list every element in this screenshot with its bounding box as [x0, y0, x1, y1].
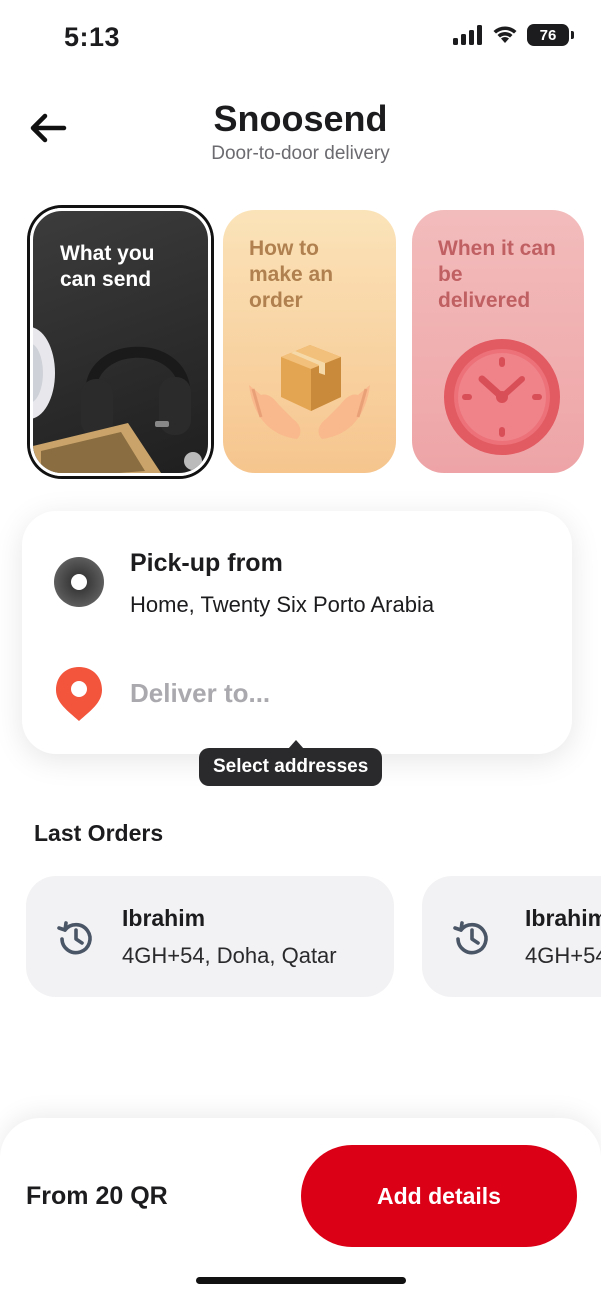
history-icon: [57, 921, 92, 955]
pickup-title: Pick-up from: [130, 549, 283, 577]
home-indicator[interactable]: [196, 1277, 406, 1284]
card-label: What you can send: [60, 242, 155, 291]
order-address: 4GH+54, Doha, Qatar: [122, 943, 337, 968]
order-address: 4GH+54, Doha, Qatar: [525, 943, 601, 968]
price-label: From 20 QR: [26, 1182, 168, 1210]
address-panel: Pick-up from Home, Twenty Six Porto Arab…: [22, 511, 572, 754]
wifi-icon: [493, 26, 517, 43]
last-order-card[interactable]: Ibrahim 4GH+54, Doha, Qatar: [422, 876, 601, 997]
battery-icon: 76: [527, 24, 574, 46]
battery-level: 76: [539, 26, 557, 44]
headphones-gadgets-image: [33, 327, 202, 473]
status-icons: 76: [453, 24, 574, 46]
hands-box-image: [249, 345, 370, 439]
card-what-you-can-send[interactable]: What you can send: [30, 208, 211, 476]
deliver-to-field[interactable]: Deliver to...: [130, 678, 270, 709]
page-title: Snoosend: [213, 98, 388, 139]
card-label: When it can be delivered: [438, 237, 556, 312]
card-label: How to make an order: [249, 237, 334, 312]
page-subtitle: Door-to-door delivery: [211, 143, 390, 164]
pickup-marker-icon: [54, 557, 104, 607]
select-addresses-tooltip: Select addresses: [199, 740, 383, 786]
order-recipient-name: Ibrahim: [525, 905, 601, 931]
status-bar: 5:13 76: [0, 0, 601, 72]
status-time: 5:13: [64, 22, 121, 52]
card-how-to-make-an-order[interactable]: How to make an order: [223, 210, 396, 473]
cellular-signal-icon: [453, 25, 482, 45]
card-when-it-can-be-delivered[interactable]: When it can be delivered: [412, 210, 584, 473]
order-recipient-name: Ibrahim: [122, 905, 206, 931]
pickup-address[interactable]: Home, Twenty Six Porto Arabia: [130, 592, 434, 618]
last-orders-title: Last Orders: [34, 820, 164, 846]
add-details-button[interactable]: Add details: [301, 1145, 577, 1247]
history-icon: [453, 921, 488, 955]
location-pin-icon: [56, 667, 102, 721]
clock-image: [444, 339, 560, 455]
last-order-card[interactable]: Ibrahim 4GH+54, Doha, Qatar: [26, 876, 394, 997]
